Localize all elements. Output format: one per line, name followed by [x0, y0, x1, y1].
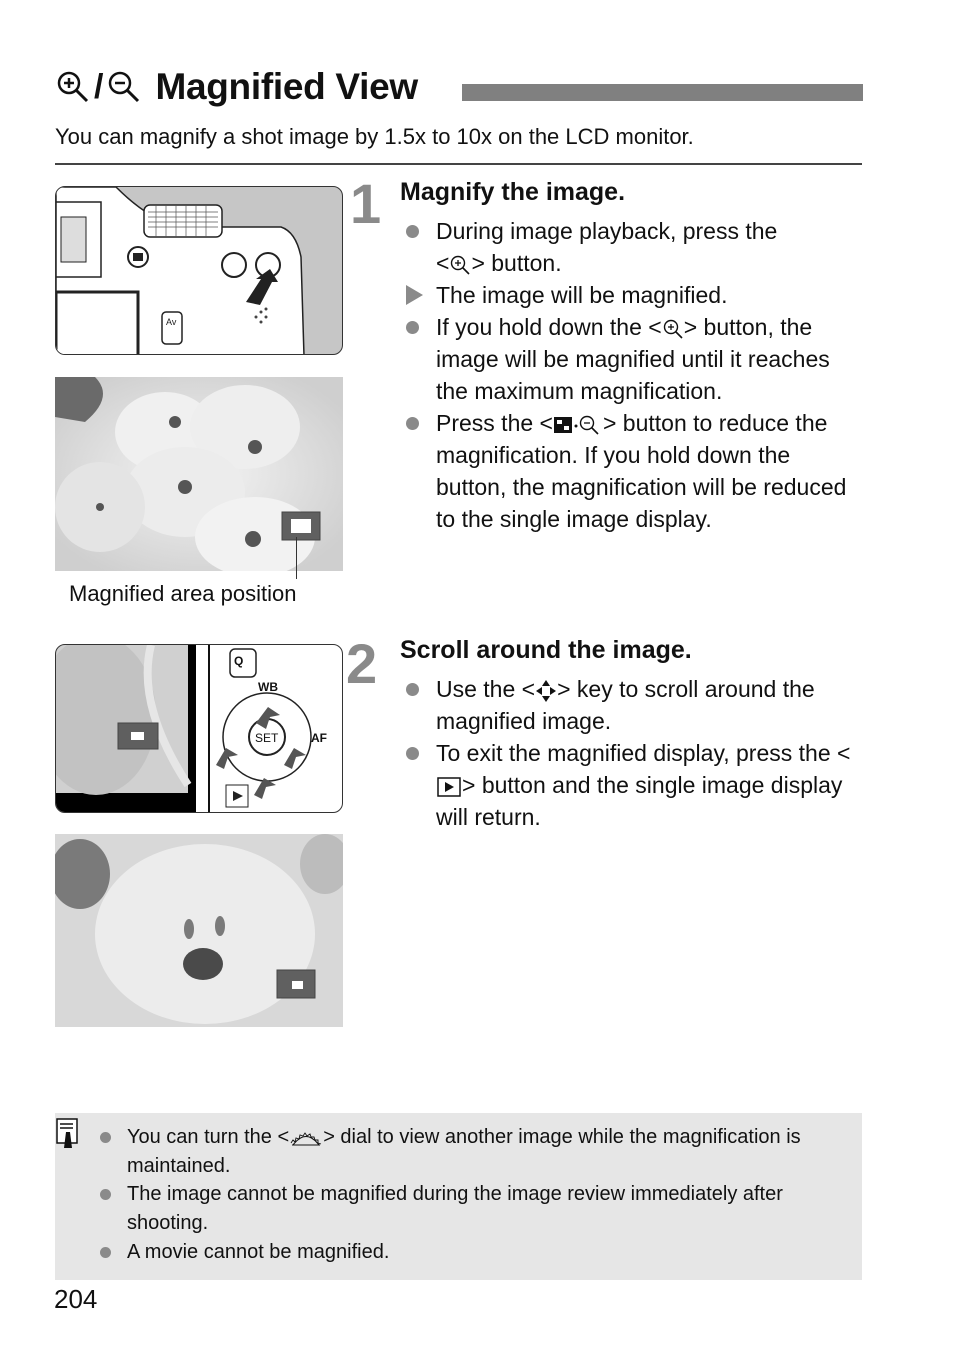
camera-back-drawing: Q WB SET AF: [56, 645, 327, 812]
result-text: The image will be magnified.: [436, 282, 728, 308]
bullet-text: If you hold down the: [436, 314, 649, 340]
bullet-dot-icon: [100, 1123, 111, 1152]
bullet-text: Press the: [436, 410, 540, 436]
result-triangle-icon: [406, 279, 428, 311]
bullet-dot-icon: [406, 215, 428, 247]
note-item: A movie cannot be magnified.: [100, 1238, 850, 1267]
step-2-bullets: Use the < > key to scroll around the magn…: [403, 673, 863, 833]
bracket-open: <: [521, 676, 536, 702]
bullet-item: Use the < > key to scroll around the magn…: [403, 673, 863, 737]
magnified-flower-image: [55, 834, 343, 1027]
step-number: 2: [346, 632, 378, 695]
bullet-text-end: > button and the single image display wi…: [436, 772, 843, 830]
wb-label: WB: [258, 680, 278, 694]
magnify-plus-icon: [57, 71, 89, 103]
page-number: 204: [54, 1284, 98, 1314]
main-dial-icon: [290, 1131, 322, 1146]
bullet-dot-icon: [406, 737, 428, 769]
caption-leader-line: [296, 537, 297, 579]
af-label: AF: [311, 731, 327, 745]
magnify-minus-icon: [109, 71, 140, 103]
page-title-row: / Magnified View: [56, 62, 418, 112]
playback-icon: [437, 777, 461, 797]
bullet-dot-icon: [406, 673, 428, 705]
page-title: Magnified View: [155, 66, 418, 107]
bracket-open: <: [648, 314, 662, 340]
magnify-plus-icon: [663, 319, 683, 339]
flowers-playback-image: [55, 377, 343, 571]
step-1-bullets: During image playback, press the < > butt…: [403, 215, 863, 535]
result-item: The image will be magnified.: [403, 279, 863, 311]
step-title: Magnify the image.: [400, 178, 626, 206]
bullet-dot-icon: [406, 311, 428, 343]
bracket-open: <: [277, 1126, 290, 1148]
magnified-flower-drawing: [55, 834, 343, 1027]
note-text: You can turn the: [127, 1126, 278, 1148]
bracket-open: <: [436, 250, 450, 276]
title-icons: /: [56, 68, 141, 107]
title-decorative-bar: [462, 84, 863, 101]
index-magnify-minus-icon: [553, 415, 599, 435]
set-button-label: SET: [255, 731, 279, 745]
q-button-label: Q: [234, 654, 243, 668]
step-title: Scroll around the image.: [400, 636, 692, 664]
note-bullets: You can turn the < > dial to view another…: [100, 1123, 850, 1267]
bullet-item: To exit the magnified display, press the…: [403, 737, 863, 833]
note-item: You can turn the < > dial to view another…: [100, 1123, 850, 1180]
cross-keys-icon: [536, 679, 557, 702]
bullet-text: To exit the magnified display, press the: [436, 740, 838, 766]
divider: [55, 163, 862, 165]
bullet-item: During image playback, press the < > butt…: [403, 215, 863, 279]
bullet-dot-icon: [100, 1238, 111, 1267]
figure-caption: Magnified area position: [69, 581, 297, 606]
flowers-drawing: [55, 377, 343, 571]
bracket-open: <: [837, 740, 851, 766]
note-text: A movie cannot be magnified.: [127, 1240, 390, 1263]
bracket-open: <: [539, 410, 553, 436]
intro-text: You can magnify a shot image by 1.5x to …: [55, 124, 694, 149]
step-number: 1: [350, 172, 382, 235]
bullet-item: If you hold down the < > button, the imag…: [403, 311, 863, 407]
bullet-text-end: > button.: [471, 250, 562, 276]
bullet-item: Press the < > button to reduce the magnif…: [403, 407, 863, 535]
title-separator: /: [94, 67, 104, 106]
bullet-dot-icon: [100, 1180, 111, 1209]
memo-icon: [56, 1118, 78, 1148]
camera-top-drawing: Av: [56, 187, 305, 354]
bullet-text: Use the: [436, 676, 522, 702]
note-text: The image cannot be magnified during the…: [127, 1183, 783, 1235]
bullet-dot-icon: [406, 407, 428, 439]
bullet-text: During image playback, press the: [436, 218, 778, 244]
camera-back-illustration: Q WB SET AF: [55, 644, 343, 813]
camera-top-illustration: Av: [55, 186, 343, 355]
svg-text:Av: Av: [166, 317, 177, 327]
magnify-plus-icon: [451, 255, 471, 275]
note-item: The image cannot be magnified during the…: [100, 1180, 850, 1237]
